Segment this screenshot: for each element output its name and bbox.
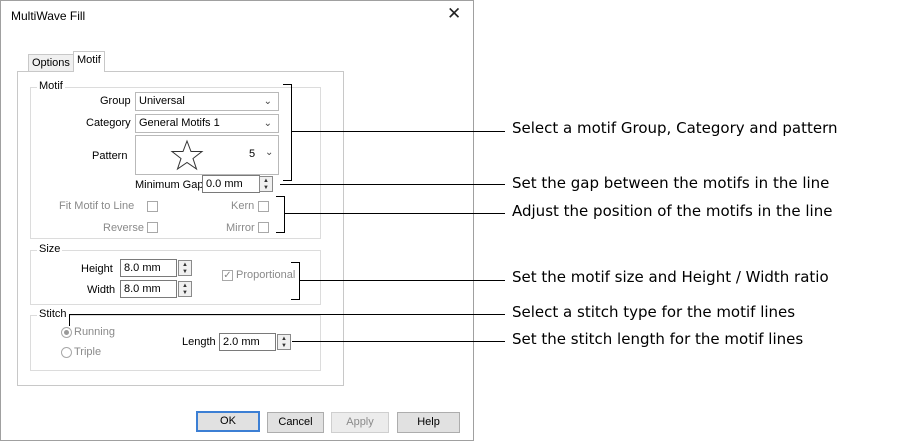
tab-motif[interactable]: Motif: [73, 51, 105, 72]
mirror-checkbox[interactable]: [258, 222, 269, 233]
spin-down-icon: ▼: [263, 185, 269, 191]
spin-up-icon: ▲: [263, 178, 269, 184]
minimum-gap-field[interactable]: 0.0 mm: [202, 175, 260, 193]
kern-label: Kern: [231, 200, 255, 212]
category-dropdown-value: General Motifs 1: [139, 117, 220, 129]
group-dropdown[interactable]: Universal ⌄: [135, 92, 279, 111]
stitch-type-callout-leader: [69, 314, 70, 326]
motif-callout-line: [292, 131, 505, 132]
close-icon[interactable]: ✕: [447, 4, 461, 24]
chevron-down-icon: ⌄: [263, 118, 272, 129]
running-radio[interactable]: [61, 327, 72, 338]
position-callout-text: Adjust the position of the motifs in the…: [512, 202, 833, 220]
fit-motif-checkbox[interactable]: [147, 201, 158, 212]
motif-callout-text: Select a motif Group, Category and patte…: [512, 119, 838, 137]
spin-down-icon: ▼: [182, 269, 188, 275]
height-field[interactable]: 8.0 mm: [120, 259, 177, 277]
size-group-title: Size: [37, 243, 63, 255]
position-callout-line: [285, 213, 505, 214]
cancel-button[interactable]: Cancel: [267, 412, 324, 433]
length-value: 2.0 mm: [223, 336, 260, 348]
length-label: Length: [182, 336, 216, 348]
spin-up-icon: ▲: [182, 283, 188, 289]
minimum-gap-label: Minimum Gap: [135, 179, 204, 191]
spin-up-icon: ▲: [281, 336, 287, 342]
length-field[interactable]: 2.0 mm: [219, 333, 276, 351]
category-dropdown[interactable]: General Motifs 1 ⌄: [135, 114, 279, 133]
triple-radio[interactable]: [61, 347, 72, 358]
spin-up-icon: ▲: [182, 262, 188, 268]
height-value: 8.0 mm: [124, 262, 161, 274]
stitch-type-callout-line: [69, 314, 505, 315]
group-label: Group: [100, 95, 131, 107]
stitch-length-callout-line: [292, 341, 505, 342]
minimum-gap-value: 0.0 mm: [206, 178, 243, 190]
height-spinner[interactable]: ▲ ▼: [178, 260, 192, 276]
dialog-title: MultiWave Fill: [11, 9, 86, 23]
motif-callout-bracket: [283, 84, 292, 181]
stitch-group-title: Stitch: [37, 308, 69, 320]
height-label: Height: [81, 263, 113, 275]
length-spinner[interactable]: ▲ ▼: [277, 334, 291, 350]
star-motif-icon: [170, 139, 204, 171]
spin-down-icon: ▼: [281, 343, 287, 349]
pattern-label: Pattern: [92, 150, 128, 162]
proportional-checkbox[interactable]: ✓: [222, 270, 233, 281]
mirror-label: Mirror: [226, 222, 255, 234]
width-field[interactable]: 8.0 mm: [120, 280, 177, 298]
position-callout-bracket: [276, 196, 285, 233]
tab-options[interactable]: Options: [28, 54, 74, 72]
proportional-label: Proportional: [236, 269, 296, 281]
size-callout-bracket: [291, 262, 300, 300]
kern-checkbox[interactable]: [258, 201, 269, 212]
category-label: Category: [86, 117, 131, 129]
ok-button[interactable]: OK: [196, 411, 260, 432]
pattern-dropdown[interactable]: 5 ⌄: [135, 135, 279, 175]
chevron-down-icon: ⌄: [265, 147, 274, 158]
chevron-down-icon: ⌄: [263, 96, 272, 107]
minimum-gap-spinner[interactable]: ▲ ▼: [259, 176, 273, 192]
triple-label: Triple: [74, 346, 102, 358]
running-label: Running: [74, 326, 115, 338]
spin-down-icon: ▼: [182, 290, 188, 296]
gap-callout-text: Set the gap between the motifs in the li…: [512, 174, 830, 192]
stitch-type-callout-text: Select a stitch type for the motif lines: [512, 303, 796, 321]
apply-button[interactable]: Apply: [331, 412, 389, 433]
width-spinner[interactable]: ▲ ▼: [178, 281, 192, 297]
size-callout-text: Set the motif size and Height / Width ra…: [512, 268, 829, 286]
motif-group-title: Motif: [37, 80, 65, 92]
fit-motif-label: Fit Motif to Line: [59, 200, 135, 212]
stitch-length-callout-text: Set the stitch length for the motif line…: [512, 330, 804, 348]
width-value: 8.0 mm: [124, 283, 161, 295]
help-button[interactable]: Help: [397, 412, 460, 433]
gap-callout-line: [280, 184, 505, 185]
group-dropdown-value: Universal: [139, 95, 185, 107]
width-label: Width: [87, 284, 116, 296]
size-callout-line: [300, 280, 505, 281]
reverse-checkbox[interactable]: [147, 222, 158, 233]
reverse-label: Reverse: [103, 222, 144, 234]
multiwave-fill-dialog: MultiWave Fill ✕ Options Motif Motif Gro…: [0, 0, 474, 441]
pattern-number: 5: [249, 148, 256, 160]
